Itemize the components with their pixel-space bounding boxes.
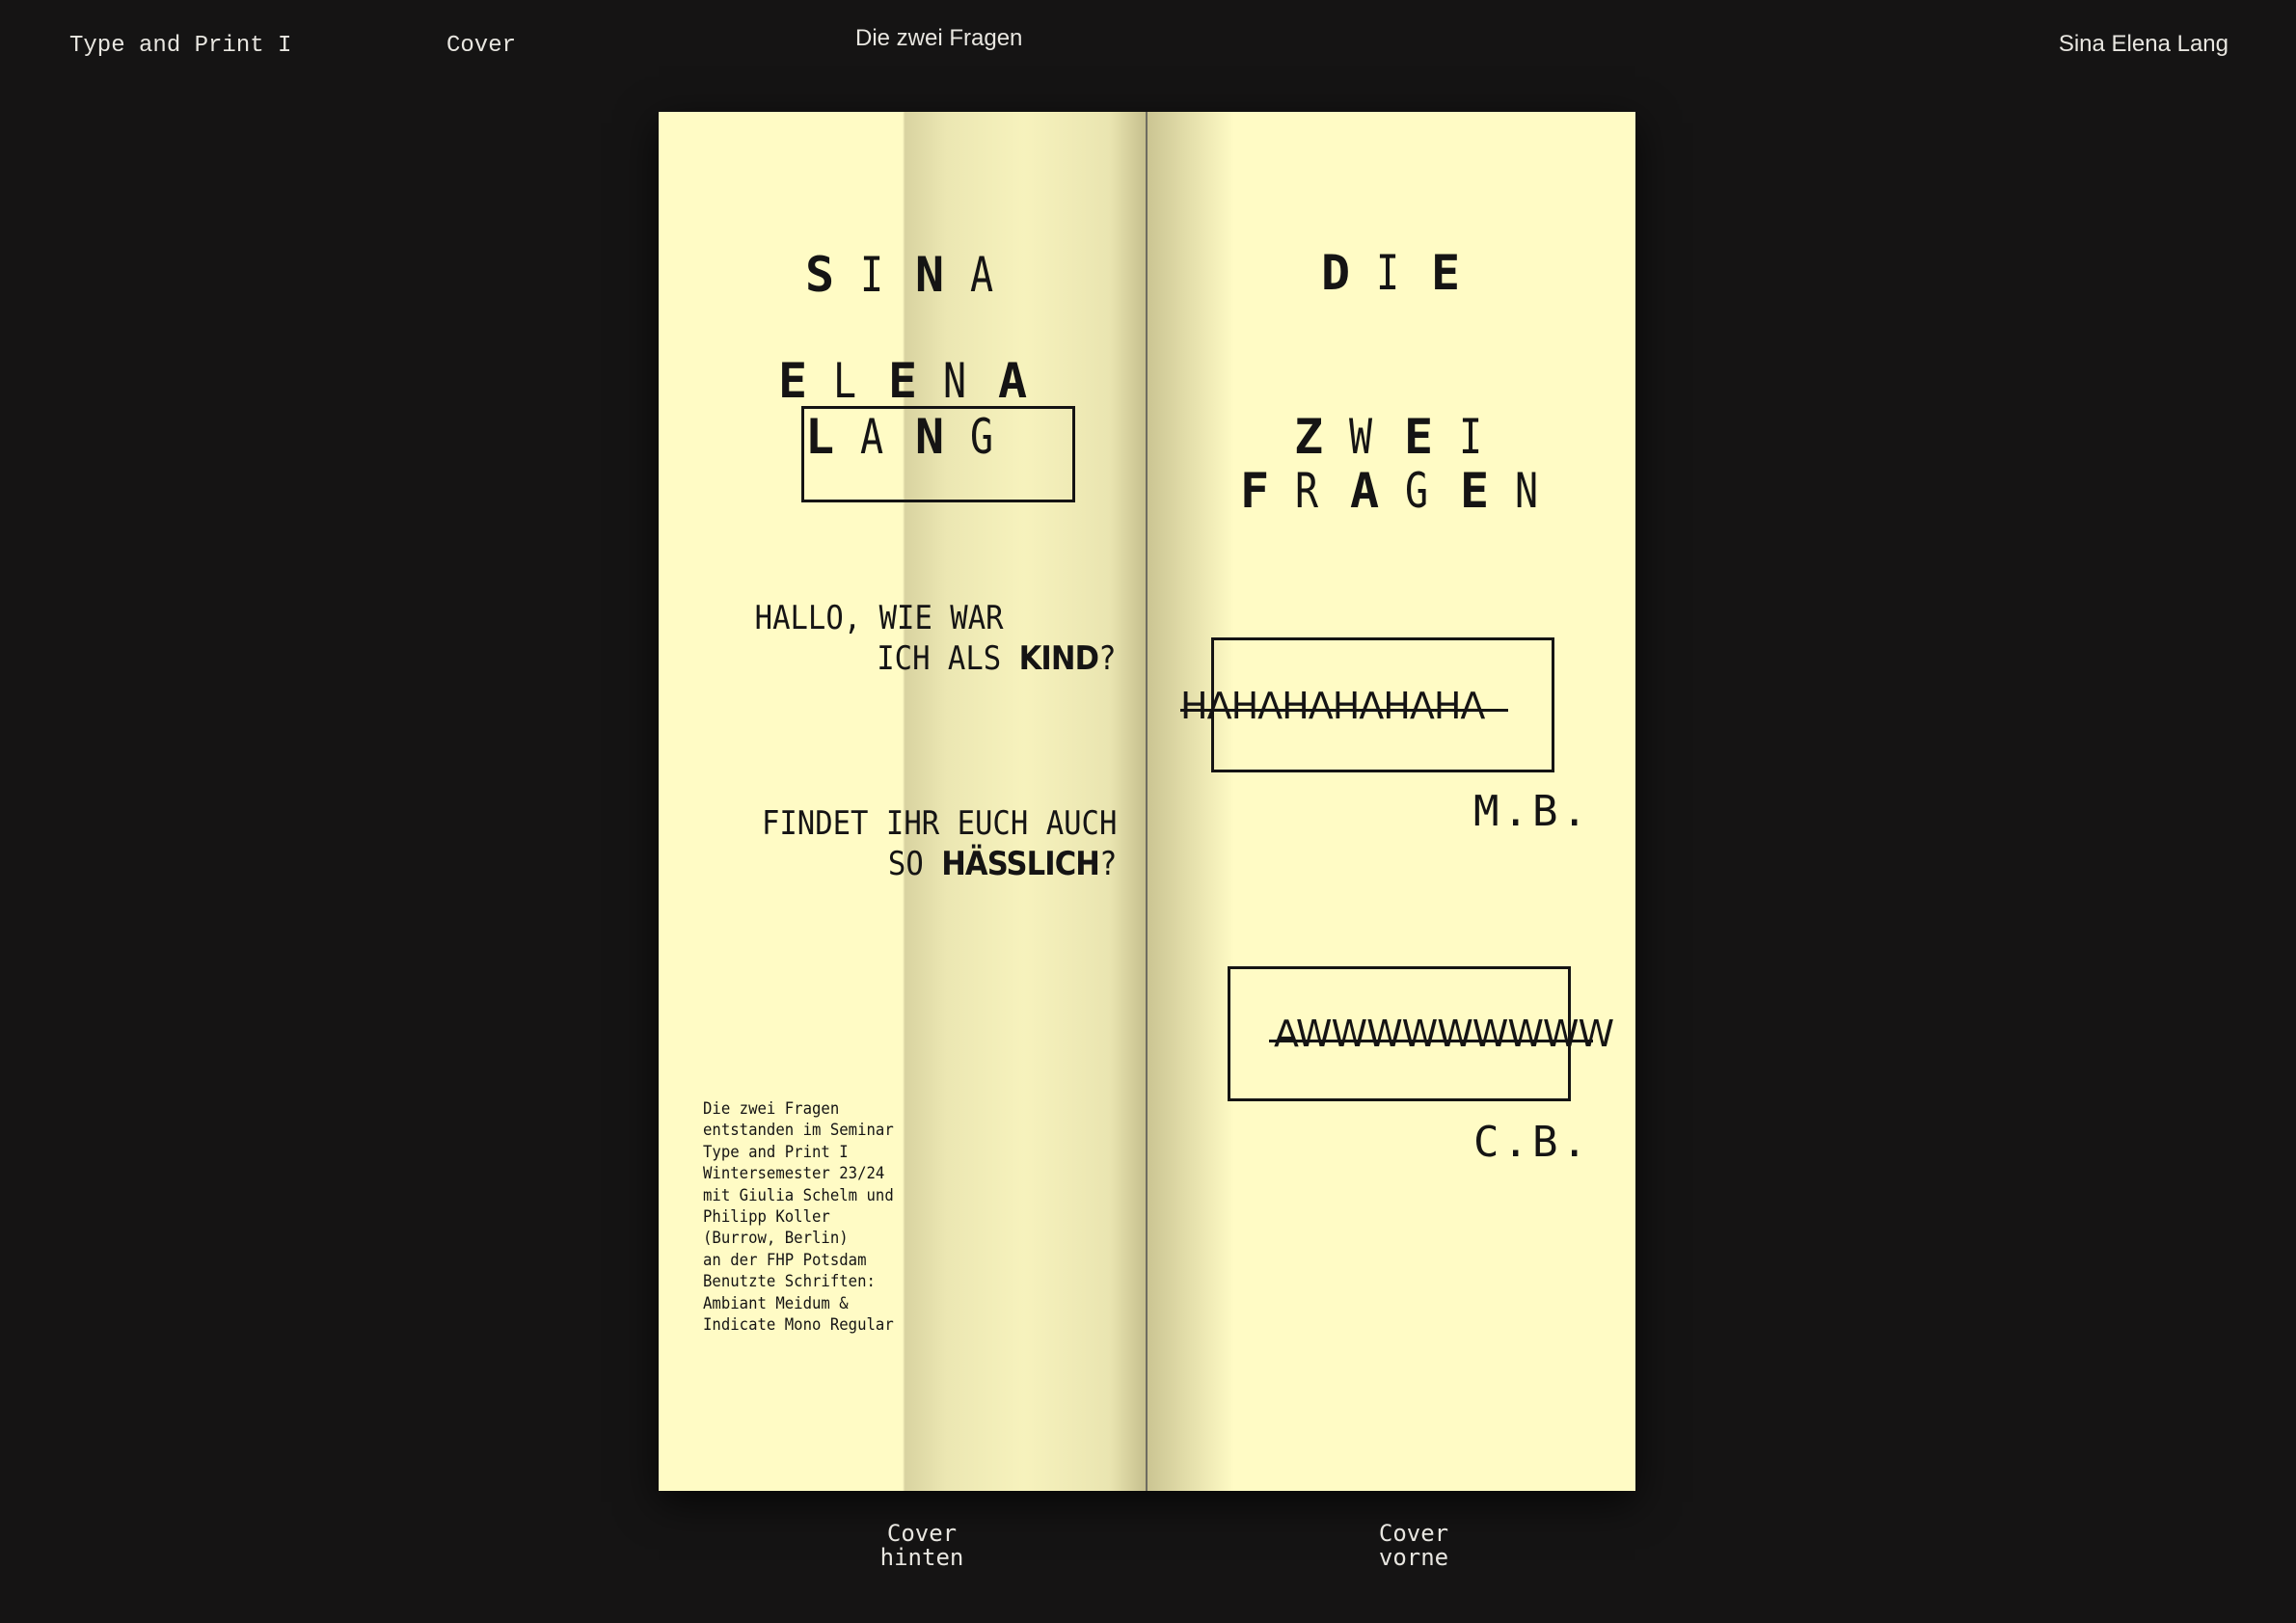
name-middle: ELENA xyxy=(778,353,1028,409)
title-zwei: ZWEI xyxy=(1294,409,1483,465)
title-fragen: FRAGEN xyxy=(1240,463,1539,519)
answer-1-strike xyxy=(1180,709,1508,712)
question-2: FINDET IHR EUCH AUCH SO HÄSSLICH? xyxy=(761,804,1117,883)
name-first: SINA xyxy=(805,247,994,303)
front-cover-page: DIE ZWEI FRAGEN HAHAHAHAHAHA M.B. AWWWWW… xyxy=(1148,112,1635,1491)
project-title: Die zwei Fragen xyxy=(855,25,1023,51)
answer-2-strike xyxy=(1269,1040,1593,1042)
answer-1-text: HAHAHAHAHAHA xyxy=(1180,685,1485,727)
author-name: Sina Elena Lang xyxy=(2058,31,2228,57)
back-cover-page: SINA ELENA LANG HALLO, WIE WAR ICH ALS K… xyxy=(659,112,1146,1491)
answer-2-text: AWWWWWWWWW xyxy=(1274,1013,1614,1055)
title-die: DIE xyxy=(1321,245,1461,301)
initials-2: C.B. xyxy=(1473,1118,1591,1167)
course-title: Type and Print I xyxy=(69,33,292,59)
name-last: LANG xyxy=(805,409,994,465)
initials-1: M.B. xyxy=(1473,787,1591,836)
section-title: Cover xyxy=(446,33,517,59)
colophon: Die zwei Fragen entstanden im Seminar Ty… xyxy=(703,1099,894,1336)
book-spread: SINA ELENA LANG HALLO, WIE WAR ICH ALS K… xyxy=(659,112,1635,1491)
caption-front-cover: Cover vorne xyxy=(1378,1520,1449,1571)
question-1: HALLO, WIE WAR ICH ALS KIND? xyxy=(755,599,1117,678)
caption-back-cover: Cover hinten xyxy=(879,1520,964,1571)
